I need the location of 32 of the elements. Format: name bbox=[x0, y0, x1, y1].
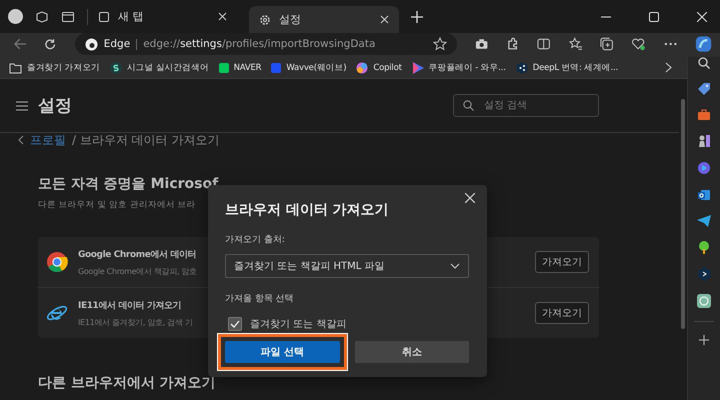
section-title: 모든 자격 증명을 Microsof bbox=[38, 175, 218, 193]
bookmark-item[interactable]: DeepL 번역: 세계에... bbox=[516, 62, 618, 74]
address-bar[interactable]: Edge edge://settings/profiles/importBrowsingData bbox=[74, 33, 457, 55]
import-button[interactable]: 가져오기 bbox=[535, 251, 589, 273]
breadcrumb-current: / 브라우저 데이터 가져오기 bbox=[72, 133, 220, 147]
bookmark-item[interactable]: 시그널 실시간검색어 bbox=[110, 62, 209, 74]
bookmark-item[interactable]: 쿠팡플레이 - 와우... bbox=[412, 62, 506, 74]
choose-file-button[interactable]: 파일 선택 bbox=[225, 341, 340, 363]
site-label: Edge bbox=[104, 38, 130, 50]
url-text: edge://settings/profiles/importBrowsingData bbox=[143, 38, 376, 50]
checkbox-label: 즐겨찾기 또는 책갈피 bbox=[250, 318, 346, 331]
source-description: IE11에서 즐겨찾기, 암호, 검색 기 bbox=[78, 316, 193, 328]
breadcrumb-link[interactable]: 프로필 bbox=[30, 133, 66, 147]
source-title: Google Chrome에서 데이터 bbox=[78, 248, 196, 260]
search-field[interactable]: 설정 검색 bbox=[453, 94, 599, 117]
cancel-button[interactable]: 취소 bbox=[354, 341, 469, 363]
bookmark-item[interactable]: NAVER bbox=[218, 62, 262, 72]
page-title: 설정 bbox=[38, 95, 72, 117]
source-dropdown[interactable]: 즐겨찾기 또는 책갈피 HTML 파일 bbox=[225, 254, 469, 278]
dialog-title: 브라우저 데이터 가져오기 bbox=[225, 201, 390, 219]
section-description: 다른 브라우저 및 암호 관리자에서 브라 bbox=[38, 199, 196, 211]
browser-tab[interactable]: 설정 bbox=[249, 6, 399, 33]
browser-tab[interactable]: 새 탭 bbox=[87, 8, 237, 24]
bookmark-item[interactable]: Copilot bbox=[356, 62, 402, 74]
bookmark-item[interactable]: 즐겨찾기 가져오기 bbox=[9, 62, 100, 74]
items-label: 가져올 항목 선택 bbox=[225, 293, 295, 305]
source-label: 가져오기 출처: bbox=[225, 234, 286, 246]
source-description: Google Chrome에서 책갈피, 암호 bbox=[78, 266, 197, 276]
import-button[interactable]: 가져오기 bbox=[535, 302, 589, 324]
source-title: IE11에서 데이터 가져오기 bbox=[78, 300, 182, 312]
bookmark-item[interactable]: Wavve(웨이브) bbox=[271, 62, 346, 74]
section-title: 다른 브라우저에서 가져오기 bbox=[38, 374, 216, 392]
